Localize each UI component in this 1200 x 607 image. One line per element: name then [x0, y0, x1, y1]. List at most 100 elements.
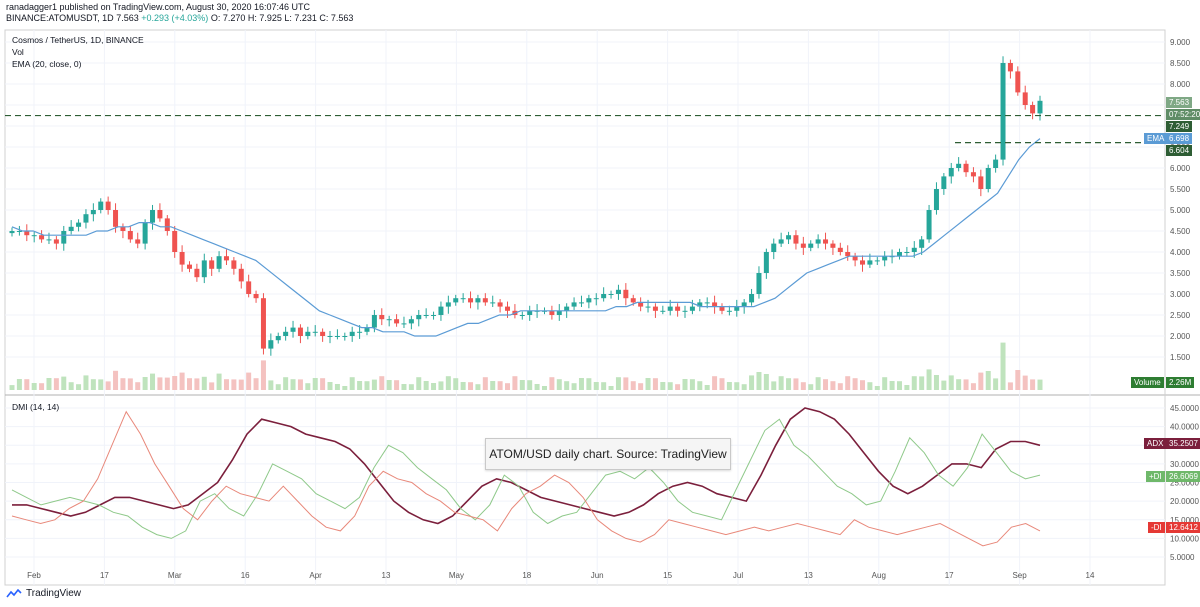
candle-body: [482, 298, 488, 303]
volume-bar: [349, 377, 355, 390]
volume-bar: [223, 379, 229, 390]
candle-body: [645, 306, 651, 308]
volume-bar: [771, 381, 777, 390]
candle-body: [1022, 92, 1028, 105]
volume-bar: [135, 382, 141, 390]
tradingview-logo-icon: [6, 588, 22, 597]
volume-bar: [749, 375, 755, 390]
dmi-legend: DMI (14, 14): [12, 402, 60, 412]
candle-body: [209, 260, 215, 269]
candle-body: [586, 298, 592, 303]
price-tick-label: 2.000: [1170, 332, 1191, 341]
volume-name-tag: Volume: [1131, 377, 1164, 388]
candle-body: [786, 235, 792, 240]
time-tick-label: May: [449, 571, 464, 580]
time-tick-label: 14: [1086, 571, 1095, 580]
candle-body: [268, 340, 274, 349]
volume-bar: [334, 384, 340, 390]
volume-bar: [61, 376, 67, 390]
candle-body: [497, 302, 503, 307]
volume-bar: [216, 373, 222, 390]
time-tick-label: 13: [382, 571, 391, 580]
candle-body: [386, 319, 392, 321]
volume-bar: [786, 378, 792, 390]
volume-bar: [194, 378, 200, 390]
candle-body: [135, 239, 141, 244]
time-tick-label: Jun: [591, 571, 604, 580]
candle-body: [364, 327, 370, 332]
volume-bar: [904, 385, 910, 390]
candle-body: [305, 331, 311, 336]
candle-body: [327, 336, 333, 337]
volume-bar: [497, 381, 503, 390]
volume-bar: [401, 384, 407, 390]
volume-bar: [652, 378, 658, 390]
volume-bar: [475, 384, 481, 390]
candle-body: [246, 281, 252, 294]
candle-body: [312, 331, 318, 333]
volume-bar: [246, 372, 252, 390]
volume-bar: [39, 383, 45, 390]
tradingview-brand[interactable]: TradingView: [6, 588, 81, 599]
volume-bar: [882, 377, 888, 390]
candle-body: [201, 260, 207, 278]
volume-bar: [601, 382, 607, 390]
candle-body: [970, 172, 976, 177]
candle-body: [896, 252, 902, 257]
candle-body: [349, 331, 355, 336]
volume-bar: [386, 380, 392, 390]
volume-bar: [416, 377, 422, 390]
volume-bar: [615, 377, 621, 390]
candle-body: [919, 239, 925, 248]
volume-bar: [593, 382, 599, 390]
volume-bar: [113, 370, 119, 390]
volume-bar: [534, 384, 540, 390]
candle-body: [956, 163, 962, 168]
candle-body: [638, 302, 644, 307]
time-tick-label: 16: [241, 571, 250, 580]
price-tick-label: 9.000: [1170, 38, 1191, 47]
volume-bar: [623, 377, 629, 390]
dmi-tick-label: 40.0000: [1170, 423, 1199, 432]
candle-body: [83, 214, 89, 223]
time-tick-label: Jul: [733, 571, 743, 580]
candle-body: [408, 319, 414, 324]
volume-bar: [608, 386, 614, 390]
volume-bar: [993, 378, 999, 390]
candle-body: [874, 260, 880, 262]
candle-body: [297, 327, 303, 336]
time-tick-label: Sep: [1012, 571, 1027, 580]
candle-body: [941, 176, 947, 189]
volume-bar: [172, 376, 178, 390]
candle-body: [16, 231, 22, 232]
volume-bar: [46, 378, 52, 390]
candle-body: [778, 239, 784, 244]
candle-body: [667, 306, 673, 311]
candle-body: [704, 302, 710, 304]
dmi-tick-label: 30.0000: [1170, 460, 1199, 469]
candle-body: [46, 239, 52, 241]
volume-bar: [312, 378, 318, 390]
countdown-tag: 07:52:20: [1166, 109, 1200, 120]
candle-body: [519, 315, 525, 316]
volume-bar: [179, 372, 185, 390]
brand-label: TradingView: [26, 588, 82, 599]
candle-body: [756, 273, 762, 294]
candle-body: [150, 210, 156, 223]
candle-body: [712, 302, 718, 307]
volume-bar: [68, 382, 74, 390]
volume-bar: [800, 382, 806, 390]
candle-body: [445, 302, 451, 307]
candle-body: [90, 210, 96, 215]
candle-body: [933, 189, 939, 210]
volume-bar: [586, 378, 592, 390]
plus-di-value-tag: 26.6069: [1166, 471, 1200, 482]
candle-body: [549, 310, 555, 315]
volume-bar: [926, 369, 932, 390]
candle-body: [571, 302, 577, 307]
chart-canvas[interactable]: 9.0008.5008.0007.5007.0006.5006.0005.500…: [0, 0, 1200, 607]
candle-body: [867, 260, 873, 265]
candle-body: [1015, 71, 1021, 93]
adx-name-tag: ADX: [1144, 438, 1167, 449]
volume-bar: [305, 383, 311, 390]
